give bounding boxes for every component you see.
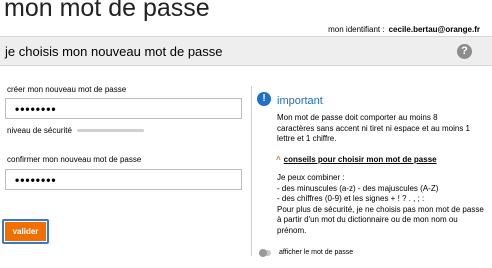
info-circle-icon: !: [257, 92, 271, 106]
chevron-up-icon: ^: [276, 155, 281, 164]
toggle-knob: [259, 249, 267, 257]
confirm-password-field[interactable]: [5, 169, 242, 190]
tips-intro: Je peux combiner :: [277, 173, 345, 182]
validate-button[interactable]: valider: [5, 222, 46, 241]
password-tips-link-label: conseils pour choisir mon mot de passe: [283, 155, 437, 164]
confirm-password-label: confirmer mon nouveau mot de passe: [7, 155, 142, 164]
security-level-meter: [77, 129, 144, 132]
important-title: important: [277, 95, 323, 107]
security-level-label: niveau de sécurité: [7, 126, 72, 135]
question-circle-icon[interactable]: ?: [457, 44, 472, 59]
section-title: je choisis mon nouveau mot de passe: [5, 44, 223, 59]
tips-advice: Pour plus de sécurité, je ne choisis pas…: [277, 204, 484, 235]
page-title: mon mot de passe: [4, 0, 210, 22]
identity-email: cecile.bertau@orange.fr: [388, 25, 480, 34]
tips-line-case: - des minuscules (a-z) - des majuscules …: [277, 183, 439, 193]
password-tips-link[interactable]: ^ conseils pour choisir mon mot de passe: [276, 155, 437, 164]
password-rule-text: Mon mot de passe doit comporter au moins…: [277, 113, 470, 143]
password-tips: Je peux combiner : - des minuscules (a-z…: [277, 173, 489, 236]
identity-line: mon identifiant : cecile.bertau@orange.fr: [328, 25, 480, 34]
show-password-label[interactable]: afficher le mot de passe: [279, 249, 353, 256]
show-password-toggle[interactable]: [259, 249, 271, 257]
section-bar: je choisis mon nouveau mot de passe ?: [0, 36, 492, 66]
new-password-label: créer mon nouveau mot de passe: [7, 85, 127, 94]
tips-line-digits: - des chiffres (0-9) et les signes + ! ?…: [277, 194, 425, 203]
identity-label: mon identifiant :: [328, 25, 385, 34]
new-password-field[interactable]: [5, 98, 242, 119]
